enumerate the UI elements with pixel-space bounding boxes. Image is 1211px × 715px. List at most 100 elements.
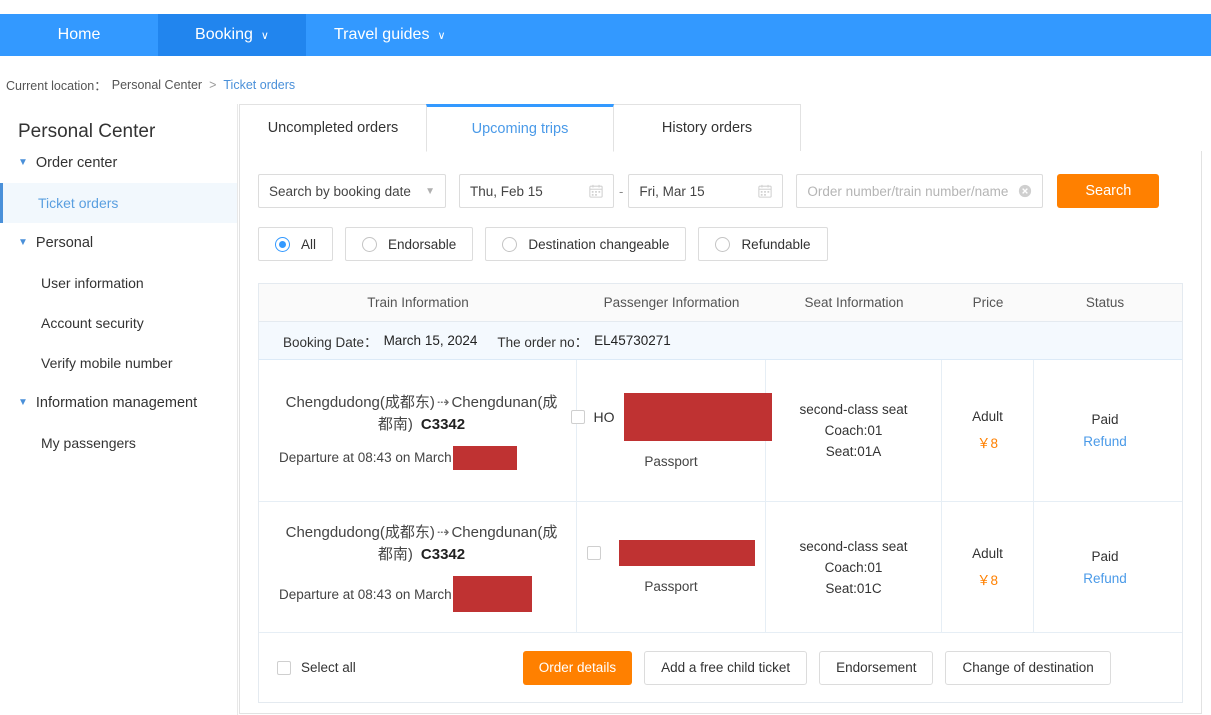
radio-refundable-label: Refundable	[741, 236, 811, 252]
sidebar-item-account-security[interactable]: Account security	[0, 303, 237, 343]
radio-all-indicator[interactable]	[275, 236, 290, 252]
departure-label: Departure at 08:43 on March	[279, 450, 452, 465]
route-text: Chengdudong(成都东) ⇢ Chengdunan(成都南) C3342	[279, 392, 564, 436]
tab-uncompleted-orders-label: Uncompleted orders	[267, 120, 399, 136]
status-badge: Paid	[1091, 548, 1119, 564]
sidebar-group-order-center[interactable]: ▼ Order center	[0, 143, 237, 183]
cell-seat-information: second-class seat Coach:01 Seat:01C	[766, 502, 942, 632]
sidebar-item-user-information[interactable]: User information	[0, 263, 237, 303]
arrow-icon: ⇢	[436, 524, 450, 541]
search-mode-select[interactable]: Search by booking date ▼	[258, 174, 446, 208]
breadcrumb-current[interactable]: Ticket orders	[223, 78, 295, 92]
radio-refundable-indicator[interactable]	[715, 236, 731, 252]
route-from: Chengdudong(成都东)	[285, 393, 435, 411]
booking-date-label: Booking Date：	[283, 334, 378, 350]
column-header-train-information: Train Information	[367, 295, 469, 310]
date-to-value: Fri, Mar 15	[639, 183, 705, 199]
radio-refundable[interactable]: Refundable	[698, 227, 828, 261]
departure-label: Departure at 08:43 on March	[279, 586, 452, 602]
seat-class: second-class seat	[799, 538, 908, 554]
tab-history-orders[interactable]: History orders	[613, 104, 801, 152]
sidebar-item-account-security-label: Account security	[41, 315, 144, 331]
passenger-name: HO	[593, 408, 615, 425]
passenger-checkbox[interactable]	[570, 409, 585, 424]
table-row: Chengdudong(成都东) ⇢ Chengdunan(成都南) C3342 De…	[259, 360, 1182, 502]
breadcrumb-parent[interactable]: Personal Center	[112, 78, 202, 92]
refund-link[interactable]: Refund	[1083, 434, 1127, 449]
search-button[interactable]: Search	[1057, 174, 1160, 208]
radio-destination-changeable[interactable]: Destination changeable	[485, 227, 687, 261]
passenger-checkbox[interactable]	[587, 546, 601, 560]
sidebar-item-ticket-orders[interactable]: Ticket orders	[0, 183, 237, 223]
cell-status: Paid Refund	[1034, 502, 1176, 632]
nav-item-home[interactable]: Home	[0, 14, 158, 56]
price-amount: ￥8	[976, 572, 998, 588]
refund-link[interactable]: Refund	[1083, 571, 1127, 586]
column-header-status: Status	[1085, 295, 1125, 310]
sidebar-group-information-management-label: Information management	[35, 395, 198, 411]
radio-all[interactable]: All	[258, 227, 334, 261]
column-header-price: Price	[972, 295, 1004, 310]
order-action-bar: Select all Order details Add a free chil…	[258, 633, 1183, 703]
chevron-down-icon: ▼	[425, 185, 435, 197]
nav-item-home-label: Home	[57, 26, 101, 43]
orders-panel: Search by booking date ▼ Thu, Feb 15 - F…	[239, 151, 1202, 714]
select-all-control[interactable]: Select all	[277, 660, 356, 675]
tab-uncompleted-orders[interactable]: Uncompleted orders	[239, 104, 427, 152]
seat-class: second-class seat	[799, 402, 908, 417]
passenger-select-line	[587, 540, 755, 566]
date-range-separator: -	[619, 183, 624, 199]
order-tabs: Uncompleted orders Upcoming trips Histor…	[239, 104, 1202, 152]
orders-table: Train Information Passenger Information …	[258, 283, 1183, 633]
route-text: Chengdudong(成都东) ⇢ Chengdunan(成都南) C3342	[279, 522, 564, 566]
sidebar-item-my-passengers[interactable]: My passengers	[0, 423, 237, 463]
radio-all-label: All	[301, 236, 317, 252]
date-from-value: Thu, Feb 15	[470, 183, 543, 199]
passenger-id-type: Passport	[644, 579, 698, 594]
add-free-child-ticket-button[interactable]: Add a free child ticket	[644, 650, 808, 685]
radio-destination-changeable-indicator[interactable]	[502, 236, 518, 252]
passenger-select-line: HO	[570, 392, 772, 441]
nav-item-travel-guides-label: Travel guides	[334, 26, 430, 43]
nav-item-booking-label: Booking	[195, 26, 253, 43]
keyword-search-field[interactable]: Order number/train number/name	[796, 174, 1044, 208]
departure-text: Departure at 08:43 on March	[279, 445, 517, 470]
action-buttons: Order details Add a free child ticket En…	[522, 650, 1111, 685]
column-header-seat-information: Seat Information	[804, 295, 904, 310]
radio-endorsable-indicator[interactable]	[362, 236, 378, 252]
table-row: Chengdudong(成都东) ⇢ Chengdunan(成都南) C3342 De…	[259, 502, 1182, 633]
search-mode-value: Search by booking date	[269, 183, 411, 199]
chevron-down-icon: ▼	[18, 396, 28, 408]
nav-item-booking[interactable]: Booking ∨	[158, 14, 306, 56]
sidebar-item-verify-mobile-number[interactable]: Verify mobile number	[0, 343, 237, 383]
redacted-passenger-name	[623, 392, 772, 441]
radio-destination-changeable-label: Destination changeable	[528, 236, 670, 252]
radio-endorsable[interactable]: Endorsable	[345, 227, 474, 261]
nav-item-travel-guides[interactable]: Travel guides ∨	[306, 14, 474, 56]
date-to-input[interactable]: Fri, Mar 15	[628, 174, 784, 208]
order-no-label: The order no：	[497, 334, 589, 350]
arrow-icon: ⇢	[436, 393, 450, 411]
sidebar-group-personal[interactable]: ▼ Personal	[0, 223, 237, 263]
select-all-checkbox[interactable]	[277, 660, 291, 675]
departure-text: Departure at 08:43 on March	[279, 576, 532, 612]
page-title: Personal Center	[18, 121, 156, 142]
calendar-icon	[589, 184, 603, 198]
filter-bar: Search by booking date ▼ Thu, Feb 15 - F…	[258, 151, 1183, 208]
endorsement-button[interactable]: Endorsement	[819, 650, 934, 685]
sidebar-item-ticket-orders-label: Ticket orders	[38, 195, 119, 211]
date-from-input[interactable]: Thu, Feb 15	[459, 174, 614, 208]
breadcrumb: Current location： Personal Center > Tick…	[6, 75, 295, 94]
cell-train-information: Chengdudong(成都东) ⇢ Chengdunan(成都南) C3342 De…	[259, 502, 577, 632]
ticket-filter-radio-group: All Endorsable Destination changeable Re…	[258, 208, 1183, 261]
redacted-passenger-name	[619, 540, 755, 566]
radio-endorsable-label: Endorsable	[388, 236, 457, 252]
order-details-button[interactable]: Order details	[522, 650, 633, 685]
top-navigation-bar: Home Booking ∨ Travel guides ∨	[0, 14, 1211, 56]
change-of-destination-button[interactable]: Change of destination	[945, 650, 1111, 685]
chevron-down-icon: ∨	[437, 29, 446, 42]
tab-upcoming-trips[interactable]: Upcoming trips	[426, 104, 614, 152]
sidebar-group-information-management[interactable]: ▼ Information management	[0, 383, 237, 423]
passenger-id-type: Passport	[644, 453, 698, 469]
clear-icon[interactable]	[1018, 184, 1032, 198]
